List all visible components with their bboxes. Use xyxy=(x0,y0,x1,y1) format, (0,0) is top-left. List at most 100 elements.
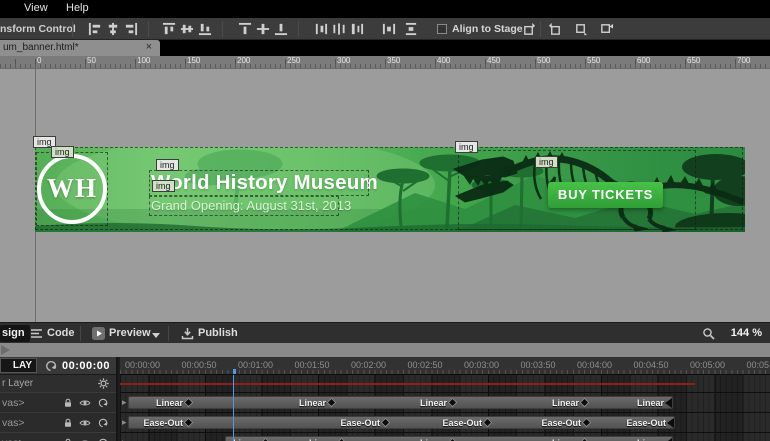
align-middle-icon[interactable] xyxy=(180,22,194,36)
preview-play-icon xyxy=(92,327,105,340)
distribute-left-icon[interactable] xyxy=(314,22,328,36)
toolbar-separator xyxy=(222,21,223,37)
easing-label: Linear xyxy=(552,398,579,408)
track-row[interactable]: ▸LinearLinearLinearLinearLinear xyxy=(120,433,770,441)
align-bottom-icon[interactable] xyxy=(198,22,212,36)
labels-track-row[interactable] xyxy=(120,375,770,393)
bottombar-separator xyxy=(80,326,81,341)
layer-row[interactable]: vas> xyxy=(0,413,116,433)
align-bottom-edge-icon[interactable] xyxy=(274,22,288,36)
align-middle-edge-icon[interactable] xyxy=(256,22,270,36)
layer-name: vas> xyxy=(2,437,24,441)
easing-label: Linear xyxy=(299,398,326,408)
timeline-track-area: 00:00:0000:00:5000:01:0000:01:5000:02:00… xyxy=(120,357,770,441)
stage-ruler-label: 700 xyxy=(737,56,750,65)
distribute-space-icon[interactable] xyxy=(382,22,396,36)
logo-selection-box xyxy=(36,152,108,226)
lock-icon[interactable] xyxy=(62,417,74,429)
layer-row[interactable]: vas> xyxy=(0,393,116,413)
stage-ruler[interactable]: 0501001502002503003504004505005506006507… xyxy=(0,56,770,69)
play-button[interactable]: LAY xyxy=(0,358,37,373)
document-tab[interactable]: um_banner.html* × xyxy=(0,40,160,56)
track-row[interactable]: ▸LinearLinearLinearLinearLinear xyxy=(120,393,770,413)
transform-control-label[interactable]: nsform Control xyxy=(0,23,76,35)
bottombar-separator xyxy=(168,326,169,341)
timeline-ruler-label: 00:01:00 xyxy=(238,360,273,370)
layer-options-row: r Layer xyxy=(0,375,116,393)
lock-icon[interactable] xyxy=(62,397,74,409)
layer-list: vas> vas> vas> xyxy=(0,393,116,441)
menu-help[interactable]: Help xyxy=(66,2,89,14)
distribute-center-icon[interactable] xyxy=(332,22,346,36)
align-to-stage-checkbox[interactable] xyxy=(437,24,447,34)
stage-ruler-label: 450 xyxy=(487,56,500,65)
preview-button[interactable]: Preview xyxy=(109,327,151,339)
img-element-tag[interactable]: img xyxy=(455,141,478,153)
align-center-icon[interactable] xyxy=(106,22,120,36)
animation-span[interactable] xyxy=(128,396,673,409)
align-left-icon[interactable] xyxy=(88,22,102,36)
easing-label: Ease-Out xyxy=(541,418,581,428)
playhead-line[interactable] xyxy=(233,375,234,441)
animation-span[interactable] xyxy=(128,416,675,429)
lock-icon[interactable] xyxy=(62,437,74,441)
easing-label: Linear xyxy=(156,398,183,408)
design-view-button[interactable]: sign xyxy=(0,325,30,342)
loop-playback-icon[interactable] xyxy=(44,359,58,373)
layer-name: vas> xyxy=(2,397,24,409)
rotate-ccw-icon[interactable] xyxy=(522,22,536,36)
label-track-red-marker xyxy=(120,383,695,385)
stage-ruler-label: 600 xyxy=(637,56,650,65)
stage-ruler-label: 50 xyxy=(87,56,96,65)
align-right-icon[interactable] xyxy=(124,22,138,36)
toolbar-separator xyxy=(72,21,73,37)
distribute-space-v-icon[interactable] xyxy=(404,22,418,36)
distribute-right-icon[interactable] xyxy=(350,22,364,36)
document-tabbar: um_banner.html* × xyxy=(0,40,770,56)
stage-canvas[interactable]: WH World History Museum Grand Opening: A… xyxy=(0,69,770,322)
track-rows: ▸LinearLinearLinearLinearLinear▸Ease-Out… xyxy=(120,393,770,441)
layer-loop-icon[interactable] xyxy=(97,437,109,441)
easing-label: Ease-Out xyxy=(442,418,482,428)
timeline-ruler[interactable]: 00:00:0000:00:5000:01:0000:01:5000:02:00… xyxy=(120,357,770,375)
trex-selection-box xyxy=(458,150,696,230)
panel-collapse-chevron-icon[interactable] xyxy=(1,345,10,355)
layer-row[interactable]: vas> xyxy=(0,433,116,441)
stage-ruler-label: 400 xyxy=(437,56,450,65)
gear-icon[interactable] xyxy=(97,377,110,390)
track-expand-arrow[interactable]: ▸ xyxy=(122,397,127,408)
publish-button[interactable]: Publish xyxy=(198,327,238,339)
img-element-tag[interactable]: img xyxy=(152,180,175,192)
img-element-tag[interactable]: img xyxy=(51,146,74,158)
playhead-ruler-marker[interactable] xyxy=(233,369,236,374)
visibility-icon[interactable] xyxy=(79,437,91,441)
banner-artboard[interactable]: WH World History Museum Grand Opening: A… xyxy=(35,147,745,232)
img-element-tag[interactable]: img xyxy=(156,159,179,171)
visibility-icon[interactable] xyxy=(79,417,91,429)
toolbar-separator xyxy=(540,21,541,37)
align-top-icon[interactable] xyxy=(162,22,176,36)
align-top-edge-icon[interactable] xyxy=(238,22,252,36)
layer-loop-icon[interactable] xyxy=(97,417,109,429)
toolbar-separator xyxy=(298,21,299,37)
track-row[interactable]: ▸Ease-OutEase-OutEase-OutEase-OutEase-Ou… xyxy=(120,413,770,433)
track-expand-arrow[interactable]: ▸ xyxy=(122,437,127,441)
rotate-cw-icon[interactable] xyxy=(548,22,562,36)
stage-ruler-label: 200 xyxy=(237,56,250,65)
zoom-level-value[interactable]: 144 % xyxy=(731,327,762,339)
flip-horizontal-icon[interactable] xyxy=(574,22,588,36)
easing-label: Ease-Out xyxy=(340,418,380,428)
visibility-icon[interactable] xyxy=(79,397,91,409)
timeline-ruler-label: 00:05:50 xyxy=(747,360,770,370)
code-view-button[interactable]: Code xyxy=(47,327,75,339)
flip-vertical-icon[interactable] xyxy=(600,22,614,36)
timeline-ruler-label: 00:02:00 xyxy=(351,360,386,370)
tab-close-icon[interactable]: × xyxy=(146,41,152,54)
app-window: View Help nsform Control Align to Stage xyxy=(0,0,770,441)
menu-view[interactable]: View xyxy=(24,2,48,14)
img-element-tag[interactable]: img xyxy=(535,156,558,168)
preview-dropdown-caret[interactable] xyxy=(152,333,160,338)
stage-ruler-label: 350 xyxy=(387,56,400,65)
layer-loop-icon[interactable] xyxy=(97,397,109,409)
track-expand-arrow[interactable]: ▸ xyxy=(122,417,127,428)
